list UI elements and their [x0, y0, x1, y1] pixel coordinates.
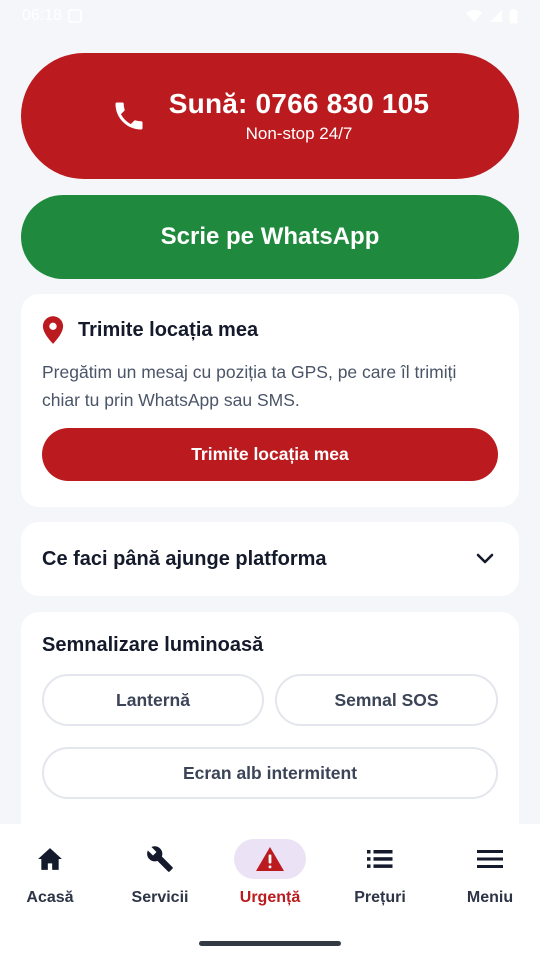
phone-icon: [115, 102, 143, 130]
signal-icon: [490, 10, 502, 22]
list-icon: [367, 850, 393, 868]
nav-item-emergency[interactable]: Urgență: [220, 839, 320, 919]
nav-label-home: Acasă: [26, 889, 74, 906]
white-flash-screen-button-label: Ecran alb intermitent: [182, 762, 358, 783]
light-signal-card: Semnalizare luminoasă Lanternă Semnal SO…: [21, 612, 519, 842]
flashlight-button-label: Lanternă: [116, 689, 190, 710]
chevron-down-icon: [476, 553, 494, 564]
nav-label-services: Servicii: [131, 889, 189, 906]
sos-signal-button-label: Semnal SOS: [334, 689, 439, 710]
battery-icon: [509, 8, 518, 23]
call-button-label: Sună: 0766 830 105: [168, 88, 430, 119]
nav-item-menu[interactable]: Meniu: [440, 839, 540, 919]
nav-item-services[interactable]: Servicii: [110, 839, 210, 919]
wait-card-title: Ce faci până ajunge platforma: [42, 547, 327, 570]
wrench-icon: [147, 846, 173, 872]
light-card-title: Semnalizare luminoasă: [42, 634, 264, 656]
location-pin-icon: [42, 316, 64, 344]
nav-item-home[interactable]: Acasă: [0, 839, 100, 919]
nav-label-prices: Prețuri: [354, 889, 406, 906]
bottom-navigation: Acasă Servicii Urgență Prețuri Meniu: [0, 824, 540, 960]
location-card-description: Pregătim un mesaj cu poziția ta GPS, pe …: [42, 362, 457, 410]
nav-label-menu: Meniu: [466, 889, 514, 906]
warning-icon: [256, 847, 284, 871]
location-card: Trimite locația mea Pregătim un mesaj cu…: [21, 294, 519, 507]
sos-signal-button[interactable]: Semnal SOS: [275, 674, 498, 726]
nav-item-prices[interactable]: Prețuri: [330, 839, 430, 919]
home-icon: [38, 848, 62, 870]
status-time: 06:18: [22, 7, 63, 24]
wait-instructions-accordion[interactable]: Ce faci până ajunge platforma: [21, 522, 519, 596]
nav-label-emergency: Urgență: [239, 889, 301, 906]
call-button-sublabel: Non-stop 24/7: [245, 124, 353, 143]
whatsapp-button[interactable]: Scrie pe WhatsApp: [21, 195, 519, 279]
gesture-navigation-bar[interactable]: [199, 941, 341, 946]
wifi-icon: [466, 9, 482, 22]
notification-icon: [68, 9, 82, 23]
white-flash-screen-button[interactable]: Ecran alb intermitent: [42, 747, 498, 799]
call-button[interactable]: Sună: 0766 830 105 Non-stop 24/7: [21, 53, 519, 179]
send-location-button[interactable]: Trimite locația mea: [42, 428, 498, 481]
menu-icon: [477, 850, 503, 868]
whatsapp-button-label: Scrie pe WhatsApp: [160, 223, 380, 250]
location-card-title: Trimite locația mea: [78, 318, 259, 341]
flashlight-button[interactable]: Lanternă: [42, 674, 264, 726]
send-location-button-label: Trimite locația mea: [191, 444, 349, 464]
status-bar: 06:18: [0, 0, 540, 32]
